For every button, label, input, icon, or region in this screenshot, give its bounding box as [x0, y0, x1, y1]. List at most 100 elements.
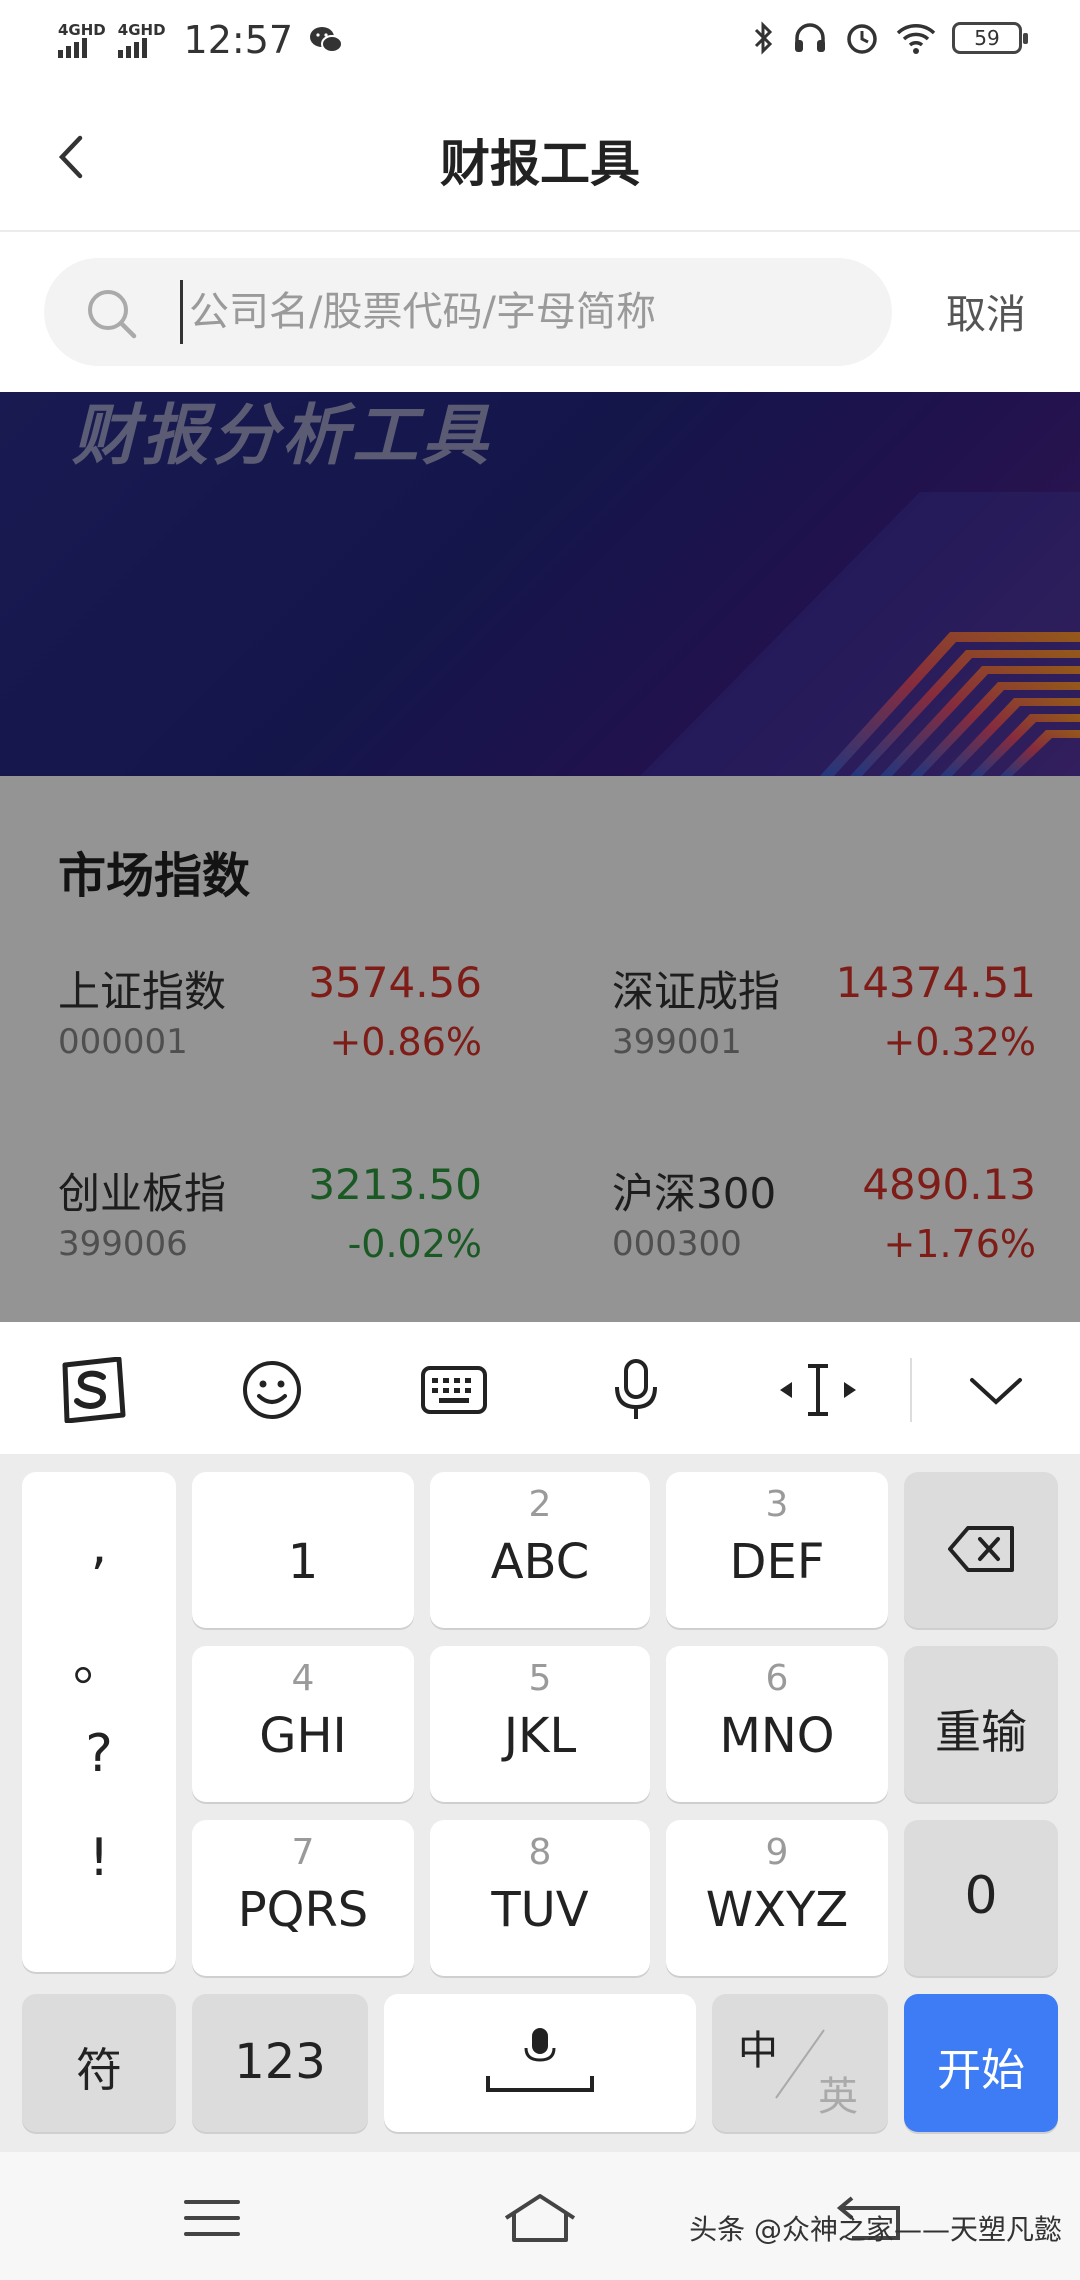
- index-change: +0.32%: [883, 1020, 1036, 1064]
- symbol-label: 符: [76, 2043, 122, 2097]
- key-number: 4: [291, 1658, 315, 1699]
- banner[interactable]: 财报分析工具: [0, 392, 1080, 776]
- status-bar: 4GHD 4GHD 12:57 59: [0, 0, 1080, 86]
- punct-comma[interactable]: ,: [22, 1516, 176, 1576]
- key-letters: ABC: [490, 1534, 590, 1590]
- key-number: 2: [528, 1484, 552, 1525]
- backspace-icon: [948, 1526, 1014, 1572]
- key-letters: TUV: [491, 1882, 589, 1938]
- punct-exclamation[interactable]: !: [22, 1828, 176, 1888]
- key-letters: MNO: [719, 1708, 835, 1764]
- index-value: 3574.56: [308, 958, 482, 1007]
- key-number: 3: [765, 1484, 789, 1525]
- key-letters: 1: [287, 1534, 319, 1590]
- reinput-key[interactable]: 重输: [904, 1646, 1058, 1802]
- banner-stripes-decoration: [640, 492, 1080, 776]
- index-name: 沪深300: [612, 1169, 777, 1218]
- key-0[interactable]: 0: [904, 1820, 1058, 1976]
- key-letters: JKL: [503, 1708, 577, 1764]
- index-value: 4890.13: [862, 1160, 1036, 1209]
- battery-icon: 59: [952, 22, 1028, 54]
- alarm-icon: [847, 24, 877, 54]
- start-button[interactable]: 开始: [904, 1994, 1058, 2132]
- key-letters: GHI: [259, 1708, 347, 1764]
- signal-2-label: 4GHD: [117, 21, 166, 39]
- market-title: 市场指数: [58, 848, 251, 904]
- index-name: 深证成指: [612, 967, 781, 1016]
- emoji-icon[interactable]: [232, 1352, 312, 1428]
- key-wxyz[interactable]: 9 WXYZ: [666, 1820, 888, 1976]
- numeric-key[interactable]: 123: [192, 1994, 368, 2132]
- punct-period[interactable]: 。: [22, 1620, 176, 1695]
- index-change: -0.02%: [347, 1222, 482, 1266]
- key-jkl[interactable]: 5 JKL: [430, 1646, 650, 1802]
- key-letters: DEF: [729, 1534, 825, 1590]
- battery-level: 59: [974, 26, 1000, 50]
- keyboard: , 。 ? ! 1 2 ABC 3 DEF 4 GHI 5 JKL 6 MNO …: [0, 1454, 1080, 2152]
- index-item-sz[interactable]: 深证成指 14374.51 399001 +0.32%: [612, 958, 1036, 1078]
- signal-1-label: 4GHD: [58, 21, 106, 39]
- key-abc[interactable]: 2 ABC: [430, 1472, 650, 1628]
- index-name: 创业板指: [58, 1169, 227, 1218]
- lang-switch-key[interactable]: 中 英: [712, 1994, 888, 2132]
- keyboard-icon[interactable]: [414, 1352, 494, 1428]
- index-code: 000001: [58, 1022, 188, 1062]
- space-key[interactable]: [384, 1994, 696, 2132]
- bluetooth-icon: [754, 21, 773, 55]
- index-code: 399001: [612, 1022, 742, 1062]
- index-value: 14374.51: [835, 958, 1036, 1007]
- toolbar-divider: [910, 1358, 912, 1422]
- collapse-keyboard-icon[interactable]: [956, 1352, 1036, 1428]
- market-index-section: 市场指数 上证指数 3574.56 000001 +0.86% 深证成指 143…: [0, 776, 1080, 1322]
- cancel-button[interactable]: 取消: [946, 282, 1026, 340]
- keyboard-toolbar: [0, 1322, 1080, 1454]
- index-item-cyb[interactable]: 创业板指 3213.50 399006 -0.02%: [58, 1160, 482, 1280]
- status-right: 59: [752, 20, 1028, 56]
- wifi-icon: [896, 24, 936, 54]
- index-name: 上证指数: [58, 967, 227, 1016]
- sogou-logo-icon[interactable]: [52, 1352, 132, 1428]
- status-left: 4GHD 4GHD 12:57: [58, 18, 344, 62]
- key-number: 8: [528, 1832, 552, 1873]
- index-value: 3213.50: [308, 1160, 482, 1209]
- wechat-icon: [310, 27, 344, 53]
- lang-en-label: 英: [818, 2074, 858, 2120]
- menu-icon[interactable]: [172, 2188, 252, 2248]
- space-mic-icon: [486, 2028, 594, 2092]
- key-def[interactable]: 3 DEF: [666, 1472, 888, 1628]
- key-pqrs[interactable]: 7 PQRS: [192, 1820, 414, 1976]
- start-label: 开始: [937, 2045, 1025, 2096]
- index-item-hs300[interactable]: 沪深300 4890.13 000300 +1.76%: [612, 1160, 1036, 1280]
- search-input[interactable]: [180, 280, 860, 344]
- backspace-key[interactable]: [904, 1472, 1058, 1628]
- page-title: 财报工具: [440, 135, 640, 193]
- key-tuv[interactable]: 8 TUV: [430, 1820, 650, 1976]
- numeric-label: 123: [234, 2034, 326, 2090]
- key-number: 5: [528, 1658, 552, 1699]
- watermark-text: 头条 @众神之家——天塑凡懿: [689, 2213, 1062, 2246]
- key-number: 6: [765, 1658, 789, 1699]
- key-mno[interactable]: 6 MNO: [666, 1646, 888, 1802]
- cursor-icon[interactable]: [778, 1352, 858, 1428]
- key-letters: PQRS: [237, 1882, 369, 1938]
- signal-1-icon: 4GHD: [58, 22, 106, 58]
- nav-bar: 财报工具: [0, 86, 1080, 232]
- home-icon[interactable]: [500, 2188, 580, 2248]
- key-number: 9: [765, 1832, 789, 1873]
- banner-title: 财报分析工具: [72, 397, 492, 474]
- status-time: 12:57: [183, 18, 294, 62]
- index-change: +0.86%: [329, 1020, 482, 1064]
- index-change: +1.76%: [883, 1222, 1036, 1266]
- key-number: 7: [291, 1832, 315, 1873]
- index-item-sh[interactable]: 上证指数 3574.56 000001 +0.86%: [58, 958, 482, 1078]
- microphone-icon[interactable]: [596, 1352, 676, 1428]
- search-box[interactable]: [44, 258, 892, 366]
- reinput-label: 重输: [935, 1705, 1027, 1759]
- zero-label: 0: [964, 1866, 998, 1926]
- key-ghi[interactable]: 4 GHI: [192, 1646, 414, 1802]
- punctuation-key[interactable]: , 。 ? !: [22, 1472, 176, 1972]
- symbol-key[interactable]: 符: [22, 1994, 176, 2132]
- key-1[interactable]: 1: [192, 1472, 414, 1628]
- punct-question[interactable]: ?: [22, 1724, 176, 1784]
- search-icon: [88, 290, 137, 339]
